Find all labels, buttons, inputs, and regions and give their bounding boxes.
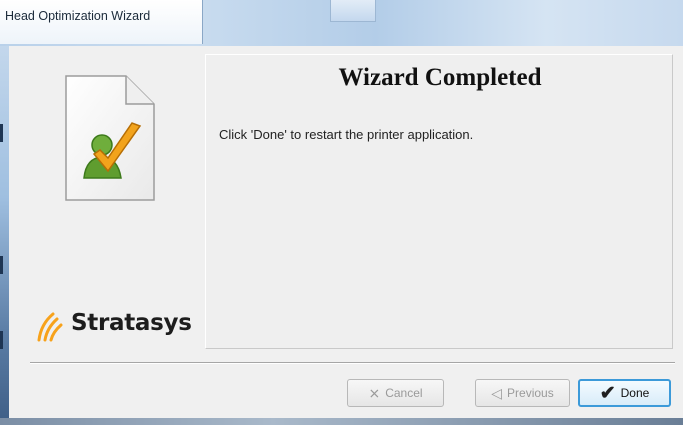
checkmark-icon: ✔ [599,382,616,404]
cancel-icon: ⨯ [368,385,381,401]
frame-notch [0,124,3,142]
title-bar-decoration [330,0,376,22]
footer-separator [30,362,675,364]
window-title: Head Optimization Wizard [0,0,203,44]
frame-notch [0,331,3,349]
wizard-heading: Wizard Completed [338,64,542,91]
frame-notch [0,256,3,274]
cancel-button[interactable]: ⨯ Cancel [347,379,444,407]
taskbar-strip [0,418,683,425]
title-bar[interactable]: Head Optimization Wizard [0,0,683,46]
previous-button[interactable]: ◁ Previous [475,379,570,407]
previous-button-label: Previous [507,386,554,400]
cancel-button-label: Cancel [385,386,423,400]
wizard-window: Head Optimization Wizard Stratasys Wizar… [0,0,683,425]
left-frame-border [0,46,9,425]
previous-arrow-icon: ◁ [491,385,503,401]
done-button-label: Done [620,386,650,400]
side-panel: Stratasys [9,46,202,350]
done-button[interactable]: ✔ Done [578,379,671,407]
document-checkmark-user-icon [65,75,155,201]
stratasys-swoosh-icon [37,312,63,342]
content-panel: Wizard Completed Click 'Done' to restart… [205,54,673,349]
stratasys-logo: Stratasys [35,308,205,344]
completion-message: Click 'Done' to restart the printer appl… [219,127,474,142]
logo-text: Stratasys [71,310,192,336]
